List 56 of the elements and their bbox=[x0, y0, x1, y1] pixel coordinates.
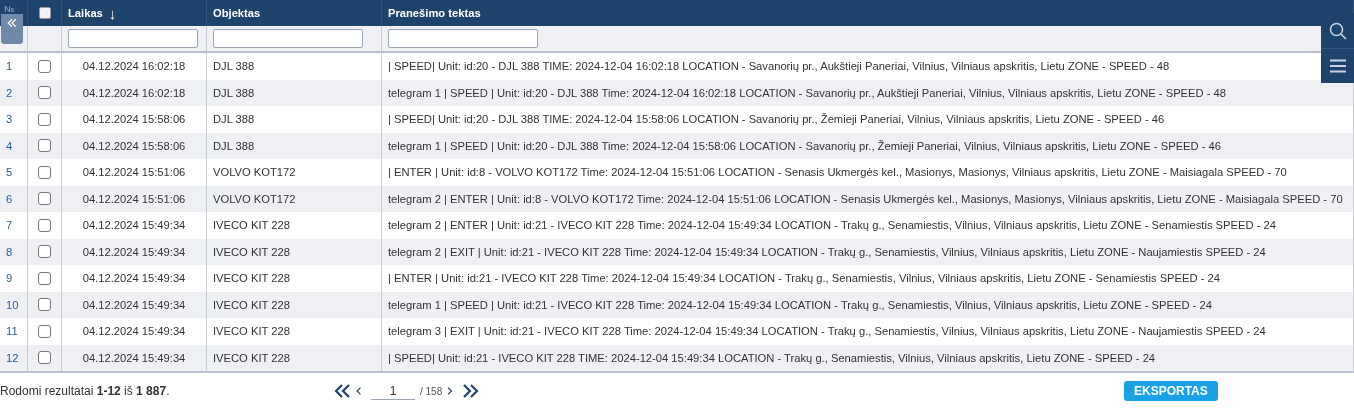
table-cell: telegram 1 | SPEED | Unit: id:20 - DJL 388 Time: 2024-12-04 15:58:06 LOCATION - Savanorių pr., Žemieji Paneriai, Vilnius, Vilniaus apskritis, Lietu ZONE - SPEED - 46 bbox=[382, 132, 1354, 159]
table-cell: 04.12.2024 15:49:34 bbox=[62, 344, 207, 371]
row-checkbox[interactable] bbox=[38, 86, 51, 100]
column-header[interactable]: Objektas bbox=[213, 7, 261, 19]
row-checkbox[interactable] bbox=[38, 298, 51, 312]
table-cell: 04.12.2024 15:49:34 bbox=[62, 238, 207, 265]
filter-field[interactable] bbox=[68, 29, 198, 48]
column-header[interactable]: Pranešimo tektas bbox=[388, 7, 481, 19]
table-cell: 04.12.2024 15:58:06 bbox=[62, 132, 207, 159]
row-number[interactable]: 4 bbox=[0, 132, 28, 159]
column-header[interactable]: Laikas bbox=[68, 7, 103, 19]
filter-field[interactable] bbox=[388, 29, 538, 48]
select-all-checkbox[interactable] bbox=[38, 7, 51, 19]
table-cell: telegram 2 | EXIT | Unit: id:21 - IVECO KIT 228 Time: 2024-12-04 15:49:34 LOCATION - Trakų g., Senamiestis, Vilnius, Vilniaus apskritis, Lietu ZONE - Naujamiestis SPEED - 24 bbox=[382, 238, 1354, 265]
double-chevron-icon bbox=[333, 383, 351, 399]
column-header: № bbox=[4, 4, 15, 14]
row-checkbox[interactable] bbox=[38, 351, 51, 365]
table-cell: IVECO KIT 228 bbox=[207, 238, 382, 265]
menu-icon bbox=[1329, 59, 1346, 73]
table-cell: telegram 2 | ENTER | Unit: id:8 - VOLVO KOT172 Time: 2024-12-04 15:51:06 LOCATION - Senasis Ukmergės kel., Masionys, Masionys, Vilniaus apskritis, Lietu ZONE - Maisiagala SPEED - 70 bbox=[382, 185, 1354, 212]
row-number[interactable]: 6 bbox=[0, 185, 28, 212]
double-chevron-icon bbox=[462, 383, 481, 399]
row-checkbox[interactable] bbox=[38, 59, 51, 73]
table-cell: DJL 388 bbox=[207, 132, 382, 159]
table-cell: telegram 1 | SPEED | Unit: id:21 - IVECO KIT 228 Time: 2024-12-04 15:49:34 LOCATION - Trakų g., Senamiestis, Vilnius, Vilniaus apskritis, Lietu ZONE - SPEED - 24 bbox=[382, 291, 1354, 318]
page-field[interactable]: 1 bbox=[371, 382, 415, 400]
table-cell: telegram 1 | SPEED | Unit: id:20 - DJL 388 Time: 2024-12-04 16:02:18 LOCATION - Savanorių pr., Aukštieji Paneriai, Vilnius, Vilniaus apskritis, Lietu ZONE - SPEED - 48 bbox=[382, 79, 1354, 106]
row-checkbox[interactable] bbox=[38, 192, 51, 206]
row-number[interactable]: 12 bbox=[0, 344, 28, 371]
row-number[interactable]: 2 bbox=[0, 79, 28, 106]
page-count: / 158 bbox=[420, 385, 443, 397]
table-cell: 04.12.2024 15:51:06 bbox=[62, 185, 207, 212]
row-checkbox[interactable] bbox=[38, 218, 51, 232]
sort-arrow[interactable]: ↓ bbox=[108, 4, 117, 22]
table-cell: VOLVO KOT172 bbox=[207, 185, 382, 212]
table-cell: DJL 388 bbox=[207, 79, 382, 106]
table-cell: | SPEED| Unit: id:21 - IVECO KIT 228 TIME: 2024-12-04 15:49:34 LOCATION - Trakų g., Senamiestis, Vilnius, Vilniaus apskritis, Lietu ZONE - SPEED - 24 bbox=[382, 344, 1354, 371]
collapse-button[interactable] bbox=[1, 14, 23, 44]
row-number[interactable]: 8 bbox=[0, 238, 28, 265]
row-checkbox[interactable] bbox=[38, 324, 51, 338]
row-checkbox[interactable] bbox=[38, 245, 51, 259]
filter-field[interactable] bbox=[213, 29, 363, 48]
row-checkbox[interactable] bbox=[38, 112, 51, 126]
table-cell: IVECO KIT 228 bbox=[207, 291, 382, 318]
row-checkbox[interactable] bbox=[38, 165, 51, 179]
row-number[interactable]: 10 bbox=[0, 291, 28, 318]
first-page-button[interactable] bbox=[333, 383, 351, 399]
table-cell: IVECO KIT 228 bbox=[207, 344, 382, 371]
last-page-button[interactable] bbox=[462, 383, 481, 399]
table-cell: 04.12.2024 15:49:34 bbox=[62, 291, 207, 318]
double-chevron-icon bbox=[7, 16, 17, 30]
table-cell: 04.12.2024 16:02:18 bbox=[62, 79, 207, 106]
row-checkbox[interactable] bbox=[38, 271, 51, 285]
search-icon bbox=[1328, 21, 1347, 40]
results-summary: Rodomi rezultatai 1-12 iš 1 887. bbox=[0, 384, 171, 398]
row-checkbox[interactable] bbox=[38, 139, 51, 153]
